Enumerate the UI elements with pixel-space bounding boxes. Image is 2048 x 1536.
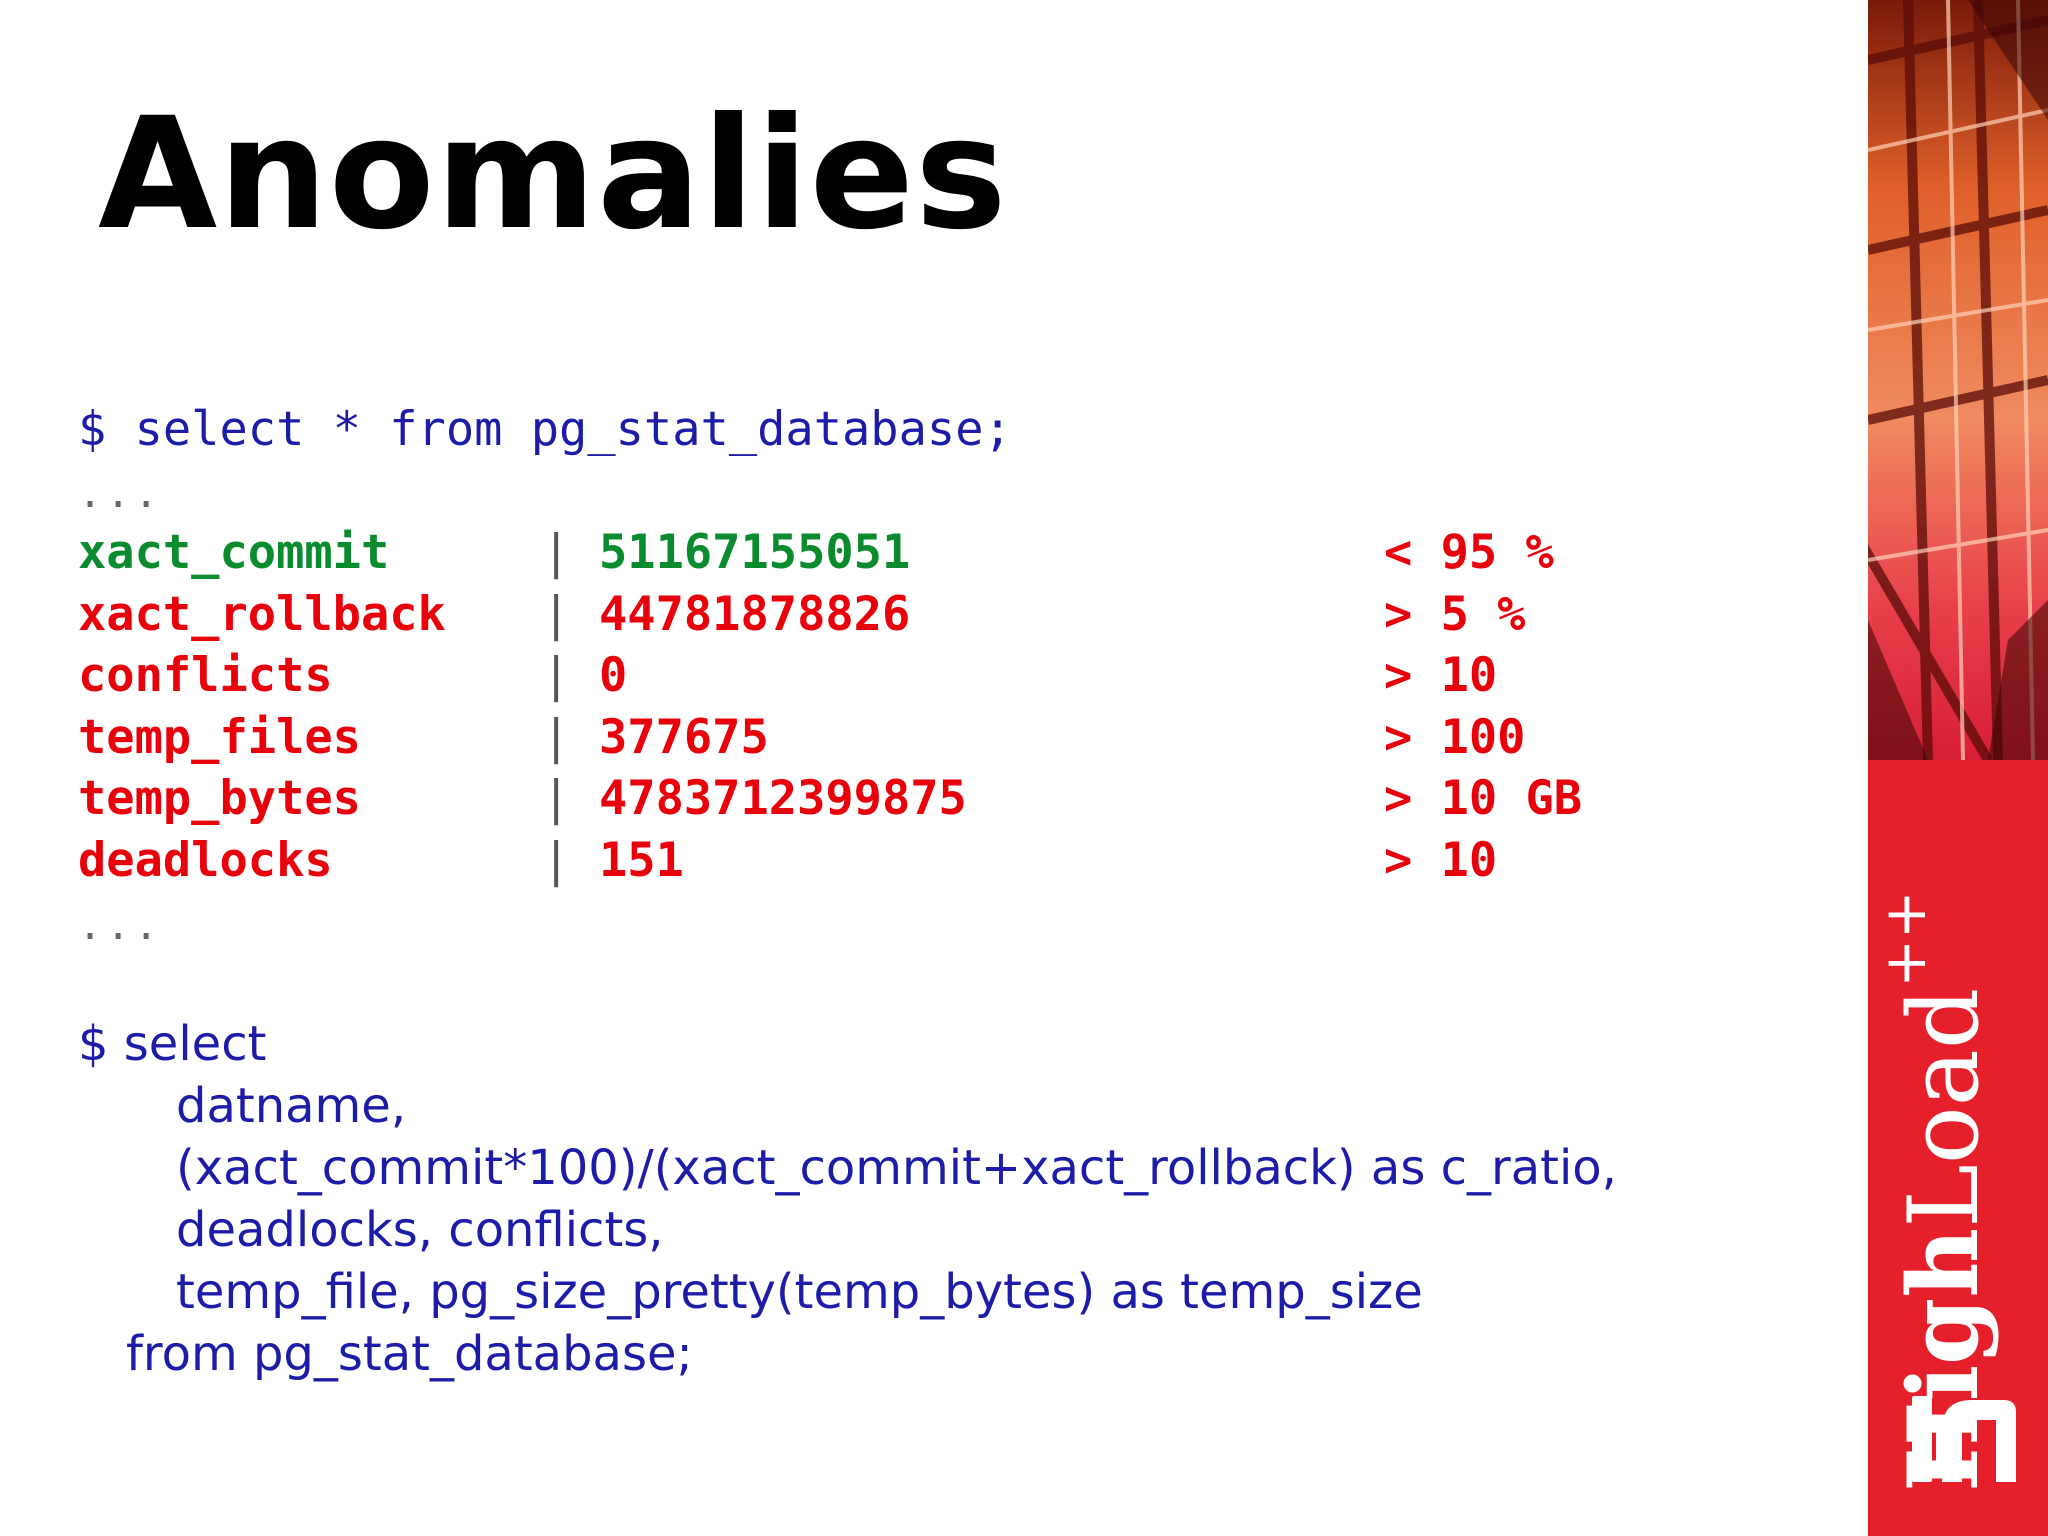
table-row: xact_rollback | 44781878826 > 5 % bbox=[78, 588, 1638, 642]
row-name: conflicts bbox=[78, 648, 333, 703]
row-threshold: > 5 % bbox=[1384, 587, 1526, 642]
row-separator: | bbox=[542, 525, 571, 580]
row-name: temp_files bbox=[78, 710, 361, 765]
row-separator: | bbox=[542, 771, 571, 826]
architecture-image bbox=[1868, 0, 2048, 760]
row-threshold: < 95 % bbox=[1384, 525, 1554, 580]
row-separator: | bbox=[542, 587, 571, 642]
sql-line: deadlocks, conflicts, bbox=[176, 1202, 664, 1258]
row-name: deadlocks bbox=[78, 833, 333, 888]
row-name: temp_bytes bbox=[78, 771, 361, 826]
row-separator: | bbox=[542, 648, 571, 703]
sql-line: from pg_stat_database; bbox=[126, 1326, 693, 1382]
sql-line: $ select bbox=[78, 1016, 267, 1072]
row-threshold: > 10 bbox=[1384, 648, 1498, 703]
row-value: 44781878826 bbox=[599, 587, 911, 642]
row-value: 4783712399875 bbox=[599, 771, 967, 826]
brand-logo-icon bbox=[1912, 1396, 2016, 1482]
row-threshold: > 100 bbox=[1384, 710, 1526, 765]
ellipsis-bottom: ... bbox=[78, 903, 163, 949]
slide-title: Anomalies bbox=[98, 85, 1008, 264]
table-row: temp_files | 377675 > 100 bbox=[78, 711, 1638, 765]
row-value: 0 bbox=[599, 648, 628, 703]
table-row: deadlocks | 151 > 10 bbox=[78, 834, 1638, 888]
row-threshold: > 10 GB bbox=[1384, 771, 1583, 826]
ellipsis-top: ... bbox=[78, 471, 163, 517]
table-row: conflicts | 0 > 10 bbox=[78, 649, 1638, 703]
table-row: temp_bytes | 4783712399875 > 10 GB bbox=[78, 772, 1638, 826]
table-row: xact_commit | 51167155051 < 95 % bbox=[78, 526, 1638, 580]
row-value: 377675 bbox=[599, 710, 769, 765]
sql-query-block: $ select datname, (xact_commit*100)/(xac… bbox=[78, 1013, 1617, 1385]
sql-line: (xact_commit*100)/(xact_commit+xact_roll… bbox=[176, 1140, 1617, 1196]
row-separator: | bbox=[542, 710, 571, 765]
sql-line: temp_file, pg_size_pretty(temp_bytes) as… bbox=[176, 1264, 1423, 1320]
row-threshold: > 10 bbox=[1384, 833, 1498, 888]
brand-name-light: Load bbox=[1888, 987, 2000, 1228]
row-name: xact_rollback bbox=[78, 587, 446, 642]
query-command: $ select * from pg_stat_database; bbox=[78, 402, 1012, 457]
row-name: xact_commit bbox=[78, 525, 390, 580]
brand-superscript: ++ bbox=[1871, 890, 1939, 988]
row-value: 51167155051 bbox=[599, 525, 911, 580]
row-value: 151 bbox=[599, 833, 684, 888]
row-separator: | bbox=[542, 833, 571, 888]
sql-line: datname, bbox=[176, 1078, 407, 1134]
